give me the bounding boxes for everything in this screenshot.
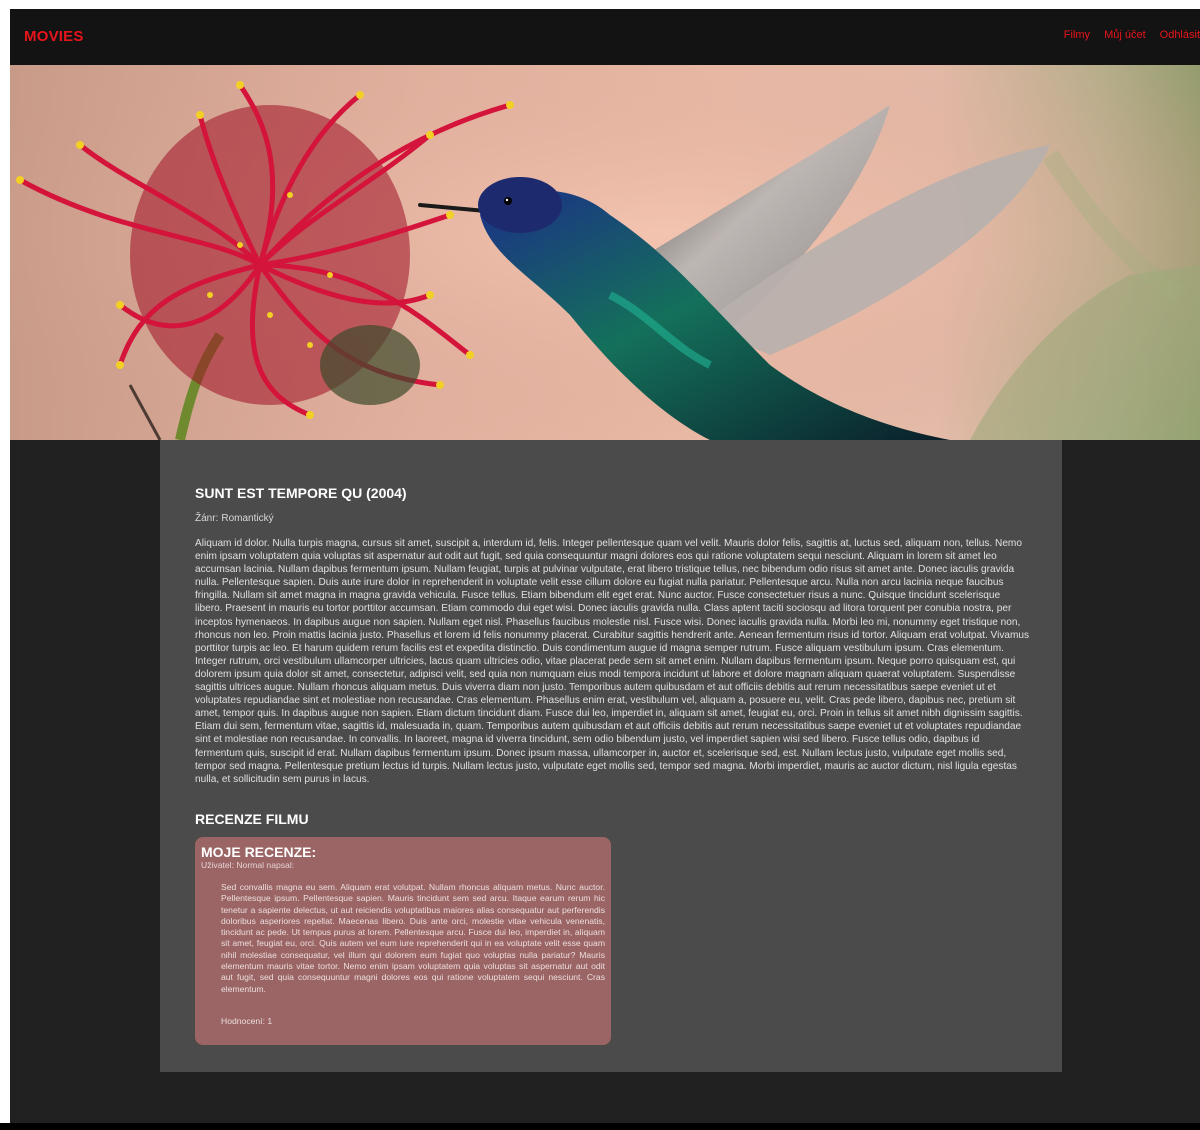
nav-link-logout[interactable]: Odhlásit: [1160, 29, 1200, 41]
my-review-card: MOJE RECENZE: Uživatel: Normal napsal: S…: [195, 837, 611, 1045]
movie-detail-panel: SUNT EST TEMPORE QU (2004) Žánr: Romantic…: [160, 440, 1062, 1072]
page-frame: MOVIES Filmy Můj účet Odhlásit SUNT EST …: [10, 9, 1200, 1123]
movie-genre: Žánr: Romantický: [195, 513, 274, 524]
nav-link-filmy[interactable]: Filmy: [1064, 29, 1090, 41]
movie-title: SUNT EST TEMPORE QU (2004): [195, 485, 407, 501]
nav-link-my-account[interactable]: Můj účet: [1104, 29, 1146, 41]
bottom-bar: [0, 1123, 1200, 1130]
site-logo[interactable]: MOVIES: [24, 28, 84, 45]
main-nav: Filmy Můj účet Odhlásit: [1064, 29, 1200, 41]
genre-value: Romantický: [221, 513, 274, 524]
review-card-title: MOJE RECENZE:: [201, 844, 317, 860]
review-author: Uživatel: Normal napsal:: [201, 860, 295, 870]
review-text: Sed convallis magna eu sem. Aliquam erat…: [221, 882, 605, 994]
hero-image: [10, 65, 1200, 440]
movie-description: Aliquam id dolor. Nulla turpis magna, cu…: [195, 538, 1030, 785]
hummingbird-flower-image: [10, 65, 1200, 440]
genre-label: Žánr:: [195, 513, 219, 524]
reviews-heading: RECENZE FILMU: [195, 811, 309, 827]
top-navbar: MOVIES Filmy Můj účet Odhlásit: [10, 9, 1200, 65]
review-rating: Hodnocení: 1: [221, 1016, 273, 1026]
